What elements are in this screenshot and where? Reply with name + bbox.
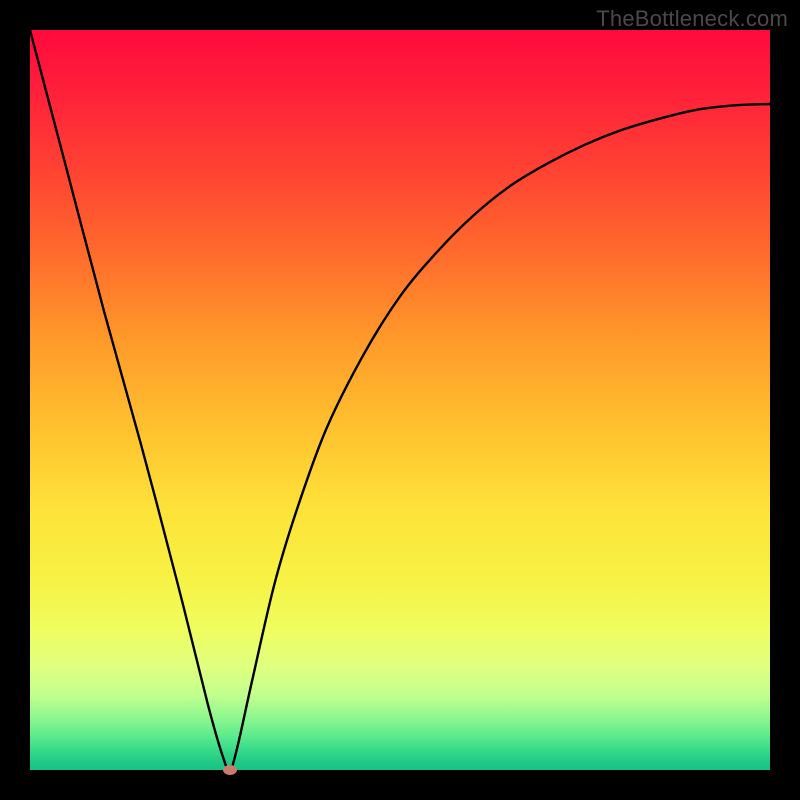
- curve-svg: [30, 30, 770, 770]
- bottleneck-curve-path: [30, 30, 770, 770]
- watermark-text: TheBottleneck.com: [596, 6, 788, 32]
- chart-frame: TheBottleneck.com: [0, 0, 800, 800]
- plot-area: [30, 30, 770, 770]
- trough-marker-icon: [223, 765, 237, 775]
